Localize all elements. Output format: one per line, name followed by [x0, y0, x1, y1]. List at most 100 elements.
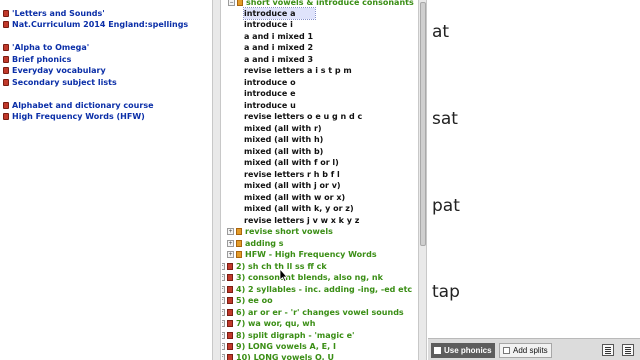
lesson-item[interactable]: introduce u — [244, 100, 296, 111]
course-item[interactable]: Nat.Curriculum 2014 England:spellings — [3, 19, 188, 30]
section-label: HFW - High Frequency Words — [245, 250, 377, 259]
lesson-label: mixed (all with r) — [244, 124, 322, 133]
tree-topic[interactable]: +7) wa wor, qu, wh — [222, 318, 315, 329]
book-icon — [227, 297, 233, 304]
lesson-item[interactable]: a and i mixed 2 — [244, 42, 313, 53]
list-view-icon[interactable] — [602, 344, 614, 356]
course-item[interactable]: Everyday vocabulary — [3, 65, 106, 76]
lesson-item[interactable]: introduce a — [242, 7, 317, 20]
lesson-item[interactable]: introduce e — [244, 88, 296, 99]
course-item[interactable]: High Frequency Words (HFW) — [3, 111, 145, 122]
expander-icon[interactable]: + — [227, 240, 234, 247]
expander-icon[interactable]: + — [222, 286, 225, 293]
scrollbar-thumb[interactable] — [420, 2, 426, 246]
course-label: Secondary subject lists — [12, 78, 117, 87]
book-icon — [227, 320, 233, 327]
expander-icon[interactable]: + — [222, 343, 225, 350]
tree-topic[interactable]: +8) split digraph - 'magic e' — [222, 330, 355, 341]
book-icon — [227, 343, 233, 350]
tree-topic[interactable]: +2) sh ch th ll ss ff ck — [222, 261, 327, 272]
expander-icon[interactable]: + — [222, 309, 225, 316]
tree-topic[interactable]: +5) ee oo — [222, 295, 273, 306]
bottom-toolbar: Use phonics Add splits — [428, 338, 640, 360]
tree-subsection[interactable]: + revise short vowels — [227, 226, 333, 237]
book-icon — [3, 44, 9, 51]
lesson-item[interactable]: mixed (all with w or x) — [244, 192, 345, 203]
tree-section-header[interactable]: − short vowels & introduce consonants — [228, 0, 414, 8]
word-item[interactable]: sat — [432, 109, 458, 129]
tree-subsection[interactable]: + adding s — [227, 238, 284, 249]
tree-topic[interactable]: +4) 2 syllables - inc. adding -ing, -ed … — [222, 284, 412, 295]
tree-topic[interactable]: +3) consonant blends, also ng, nk — [222, 272, 383, 283]
add-splits-toggle[interactable]: Add splits — [499, 343, 552, 358]
mouse-cursor-icon — [279, 268, 288, 282]
tree-topic[interactable]: +10) LONG vowels O, U — [222, 352, 334, 360]
tree-pane-scrollbar[interactable] — [418, 0, 427, 360]
checkbox-icon — [503, 347, 510, 354]
course-item[interactable]: 'Alpha to Omega' — [3, 42, 89, 53]
lesson-item[interactable]: introduce o — [244, 77, 296, 88]
word-item[interactable]: pat — [432, 196, 460, 216]
word-item[interactable]: at — [432, 22, 449, 42]
expander-icon[interactable]: + — [227, 228, 234, 235]
use-phonics-label: Use phonics — [444, 346, 492, 355]
section-label: adding s — [245, 239, 284, 248]
lesson-item[interactable]: introduce i — [244, 19, 293, 30]
course-item[interactable]: 'Letters and Sounds' — [3, 8, 105, 19]
topic-label: 10) LONG vowels O, U — [236, 353, 334, 360]
word-item[interactable]: tap — [432, 282, 460, 302]
checkbox-icon — [434, 347, 441, 354]
topic-label: 6) ar or er - 'r' changes vowel sounds — [236, 308, 404, 317]
lesson-label: mixed (all with k, y or z) — [244, 204, 354, 213]
lesson-item[interactable]: revise letters j v w x k y z — [244, 215, 359, 226]
list-view-icon[interactable] — [622, 344, 634, 356]
expander-icon[interactable]: + — [222, 332, 225, 339]
use-phonics-toggle[interactable]: Use phonics — [431, 343, 495, 358]
topic-label: 9) LONG vowels A, E, I — [236, 342, 336, 351]
left-pane-scrollbar[interactable] — [212, 0, 221, 360]
lesson-item[interactable]: revise letters a i s t p m — [244, 65, 352, 76]
expander-icon[interactable]: + — [222, 297, 225, 304]
course-label: Nat.Curriculum 2014 England:spellings — [12, 20, 189, 29]
lesson-item[interactable]: revise letters r h b f l — [244, 169, 340, 180]
book-icon — [227, 309, 233, 316]
expander-icon[interactable]: + — [222, 263, 225, 270]
lesson-label: revise letters a i s t p m — [244, 66, 352, 75]
expander-icon[interactable]: + — [227, 251, 234, 258]
expander-icon[interactable]: + — [222, 320, 225, 327]
course-item[interactable]: Secondary subject lists — [3, 77, 117, 88]
lesson-label: mixed (all with w or x) — [244, 193, 346, 202]
section-label: revise short vowels — [245, 227, 333, 236]
book-icon — [236, 228, 242, 235]
book-icon — [3, 113, 9, 120]
tree-topic[interactable]: +9) LONG vowels A, E, I — [222, 341, 336, 352]
lesson-tree-pane: − short vowels & introduce consonants int… — [222, 0, 418, 360]
lesson-item[interactable]: a and i mixed 3 — [244, 54, 313, 65]
lesson-label: introduce o — [244, 78, 296, 87]
lesson-item[interactable]: mixed (all with b) — [244, 146, 323, 157]
course-item[interactable]: Brief phonics — [3, 54, 71, 65]
expander-icon[interactable]: − — [228, 0, 235, 6]
add-splits-label: Add splits — [513, 346, 548, 355]
book-icon — [3, 79, 9, 86]
lesson-item[interactable]: mixed (all with f or l) — [244, 157, 339, 168]
book-icon — [227, 274, 233, 281]
expander-icon[interactable]: + — [222, 274, 225, 281]
lesson-label: revise letters o e u g n d c — [244, 112, 363, 121]
section-label: short vowels & introduce consonants — [246, 0, 414, 7]
lesson-label: mixed (all with j or v) — [244, 181, 341, 190]
tree-topic[interactable]: +6) ar or er - 'r' changes vowel sounds — [222, 307, 404, 318]
course-item[interactable]: Alphabet and dictionary course — [3, 100, 154, 111]
lesson-item[interactable]: mixed (all with j or v) — [244, 180, 341, 191]
course-label: 'Alpha to Omega' — [12, 43, 90, 52]
lesson-item[interactable]: mixed (all with k, y or z) — [244, 203, 354, 214]
expander-icon[interactable]: + — [222, 354, 225, 360]
tree-subsection[interactable]: + HFW - High Frequency Words — [227, 249, 377, 260]
book-icon — [3, 102, 9, 109]
lesson-item[interactable]: a and i mixed 1 — [244, 31, 313, 42]
lesson-item[interactable]: mixed (all with h) — [244, 134, 323, 145]
book-icon — [236, 240, 242, 247]
lesson-label: mixed (all with f or l) — [244, 158, 339, 167]
lesson-item[interactable]: revise letters o e u g n d c — [244, 111, 362, 122]
lesson-item[interactable]: mixed (all with r) — [244, 123, 322, 134]
